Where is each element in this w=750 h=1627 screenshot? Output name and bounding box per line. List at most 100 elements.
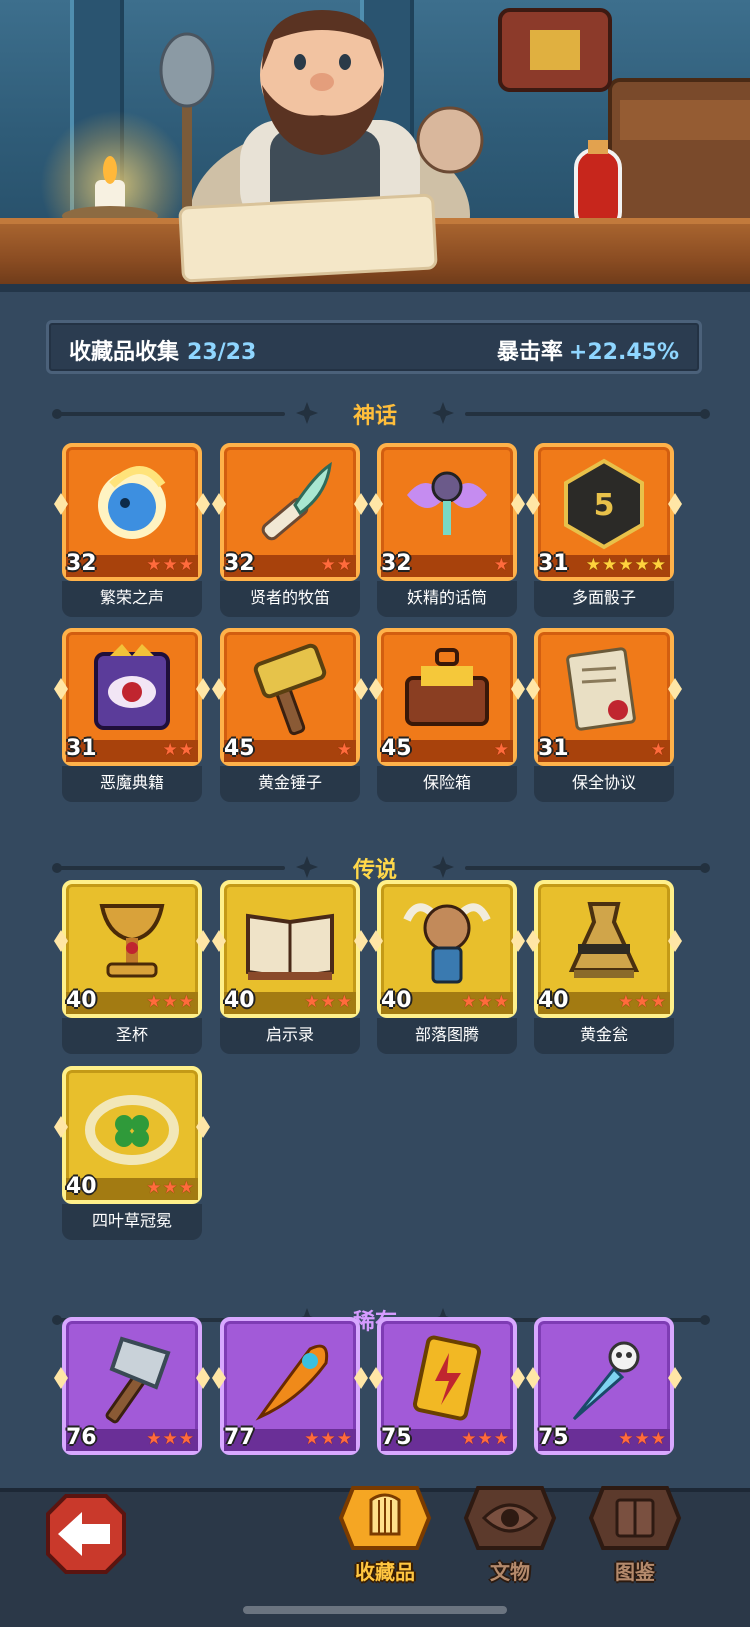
item-level: 76: [66, 1425, 97, 1450]
collectible-card-legend[interactable]: 40 ★ ★ ★ 黄金瓮: [526, 880, 682, 1054]
collectible-card-mythic[interactable]: 32 ★ ★ 贤者的牧笛: [212, 443, 368, 617]
collectible-card-legend[interactable]: 40 ★ ★ ★ 部落图腾: [369, 880, 525, 1054]
diamond-gem-icon: [511, 1367, 525, 1389]
star-icon: ★: [178, 992, 194, 1012]
section-title: 神话: [352, 404, 397, 429]
star-rating: ★ ★ ★: [461, 992, 509, 1012]
star-rating: ★: [494, 740, 509, 760]
collectible-card-mythic[interactable]: 31 ★ 保全协议: [526, 628, 682, 802]
item-name: 黄金锤子: [220, 766, 360, 802]
collectible-card-mythic[interactable]: 32 ★ 妖精的话筒: [369, 443, 525, 617]
diamond-gem-icon: [526, 678, 540, 700]
diamond-gem-icon: [212, 493, 226, 515]
diamond-gem-icon: [369, 1367, 383, 1389]
star-rating: ★: [494, 555, 509, 575]
collectible-card-mythic[interactable]: 31 ★ ★ 恶魔典籍: [54, 628, 210, 802]
collectible-card-mythic[interactable]: 45 ★ 黄金锤子: [212, 628, 368, 802]
star-rating: ★: [337, 740, 352, 760]
star-icon: ★: [162, 740, 178, 760]
item-name: 恶魔典籍: [62, 766, 202, 802]
item-name: 部落图腾: [377, 1018, 517, 1054]
collectible-card-legend[interactable]: 40 ★ ★ ★ 启示录: [212, 880, 368, 1054]
diamond-gem-icon: [526, 493, 540, 515]
diamond-gem-icon: [511, 930, 525, 952]
collectible-card-rare[interactable]: 75 ★ ★ ★: [526, 1317, 682, 1489]
diamond-gem-icon: [54, 678, 68, 700]
star-rating: ★ ★ ★: [304, 1429, 352, 1449]
star-rating: ★ ★: [163, 740, 195, 760]
star-icon: ★: [602, 555, 618, 575]
star-icon: ★: [477, 992, 493, 1012]
item-level: 77: [224, 1425, 255, 1450]
star-icon: ★: [493, 1429, 509, 1449]
item-level: 31: [538, 551, 569, 576]
star-icon: ★: [493, 992, 509, 1012]
collectible-card-mythic[interactable]: 5 31 ★ ★ ★ ★ ★ 多面骰子: [526, 443, 682, 617]
diamond-gem-icon: [212, 1367, 226, 1389]
star-icon: ★: [650, 1429, 666, 1449]
diamond-gem-icon: [196, 493, 210, 515]
collectible-card-legend[interactable]: 40 ★ ★ ★ 圣杯: [54, 880, 210, 1054]
diamond-gem-icon: [54, 493, 68, 515]
treasure-map: [178, 193, 438, 283]
tab-artifacts[interactable]: 文物: [455, 1478, 565, 1608]
star-icon: ★: [162, 1178, 178, 1198]
collection-label-group: 收藏品收集 23/23: [69, 334, 256, 366]
star-icon: ★: [178, 1178, 194, 1198]
tab-collectibles[interactable]: 收藏品: [330, 1478, 440, 1608]
star-icon: ★: [618, 992, 634, 1012]
diamond-gem-icon: [354, 493, 368, 515]
star-icon: ★: [336, 740, 352, 760]
tab-encyclopedia[interactable]: 图鉴: [580, 1478, 690, 1608]
star-icon: ★: [461, 992, 477, 1012]
crit-rate-group: 暴击率 +22.45%: [497, 334, 679, 366]
diamond-gem-icon: [511, 678, 525, 700]
harp-icon: [338, 1486, 432, 1550]
star-rating: ★ ★: [321, 555, 353, 575]
item-name: 黄金瓮: [534, 1018, 674, 1054]
treasure-chest-icon: [405, 648, 489, 726]
collectible-card-rare[interactable]: 75 ★ ★ ★: [369, 1317, 525, 1489]
back-arrow-icon: [46, 1494, 126, 1574]
star-icon: ★: [320, 1429, 336, 1449]
star-rating: ★ ★ ★: [146, 555, 194, 575]
star-rating: ★ ★ ★: [146, 1178, 194, 1198]
collection-count: 23/23: [187, 340, 257, 365]
item-level: 40: [66, 988, 97, 1013]
star-icon: ★: [634, 1429, 650, 1449]
star-icon: ★: [650, 555, 666, 575]
diamond-gem-icon: [196, 1116, 210, 1138]
collectible-card-mythic[interactable]: 32 ★ ★ ★ 繁荣之声: [54, 443, 210, 617]
star-rating: ★ ★ ★: [146, 1429, 194, 1449]
crit-rate-value: +22.45%: [568, 340, 679, 365]
item-name: 妖精的话筒: [377, 581, 517, 617]
star-rating: ★ ★ ★: [618, 992, 666, 1012]
diamond-gem-icon: [354, 1367, 368, 1389]
item-level: 40: [66, 1174, 97, 1199]
star-icon: ★: [493, 555, 509, 575]
star-icon: ★: [146, 992, 162, 1012]
star-icon: ★: [336, 992, 352, 1012]
star-icon: ★: [336, 1429, 352, 1449]
star-icon: ★: [178, 555, 194, 575]
item-name: 繁荣之声: [62, 581, 202, 617]
star-rating: ★ ★ ★: [304, 992, 352, 1012]
star-icon: ★: [146, 555, 162, 575]
diamond-gem-icon: [54, 1116, 68, 1138]
star-icon: ★: [650, 992, 666, 1012]
collection-label: 收藏品收集: [69, 340, 180, 365]
collectible-card-rare[interactable]: 77 ★ ★ ★: [212, 1317, 368, 1489]
item-level: 31: [66, 736, 97, 761]
star-icon: ★: [461, 1429, 477, 1449]
back-button[interactable]: [44, 1492, 128, 1576]
ice-skull-dagger-icon: [572, 1341, 640, 1421]
golden-urn-icon: [568, 902, 640, 978]
collectible-card-legend[interactable]: 40 ★ ★ ★ 四叶草冠冕: [54, 1066, 210, 1240]
tab-label: 收藏品: [355, 1560, 415, 1584]
star-icon: ★: [493, 740, 509, 760]
star-icon: ★: [146, 1178, 162, 1198]
home-indicator[interactable]: [243, 1606, 507, 1614]
collectible-card-mythic[interactable]: 45 ★ 保险箱: [369, 628, 525, 802]
item-level: 31: [538, 736, 569, 761]
collectible-card-rare[interactable]: 76 ★ ★ ★: [54, 1317, 210, 1489]
